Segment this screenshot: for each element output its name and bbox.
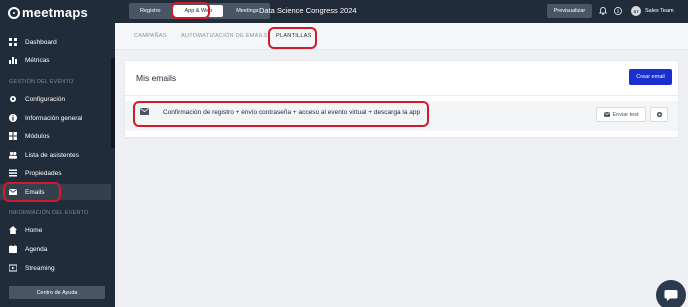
sidebar-item-label: Propiedades — [25, 169, 62, 177]
tab-app-web[interactable]: App & Web — [173, 5, 224, 17]
envelope-icon — [9, 188, 17, 196]
logo-text: meetmaps — [22, 5, 88, 20]
sidebar-item-propiedades[interactable]: Propiedades — [0, 165, 111, 181]
chat-widget[interactable] — [656, 280, 686, 307]
sidebar-item-label: Streaming — [25, 264, 55, 272]
envelope-icon — [140, 108, 149, 115]
chat-icon — [664, 289, 678, 301]
sidebar-item-configuracion[interactable]: Configuración — [0, 91, 111, 107]
sidebar-item-label: Emails — [25, 188, 45, 196]
grid-icon — [9, 38, 17, 46]
logo-mark-icon — [8, 6, 20, 19]
sidebar-item-label: Agenda — [25, 245, 48, 253]
sidebar-item-label: Configuración — [25, 95, 66, 103]
sidebar-item-streaming[interactable]: Streaming — [0, 260, 111, 276]
list-icon — [9, 169, 17, 177]
send-test-button[interactable]: Enviar test — [596, 107, 646, 122]
event-title: Data Science Congress 2024 — [259, 6, 357, 15]
app-tabs: Registro App & Web Meetings — [129, 3, 270, 19]
email-template-title: Confirmación de registro + envío contras… — [163, 109, 421, 116]
user-name: Sales Team — [645, 8, 674, 14]
emails-panel: Mis emails Crear email Confirmación de r… — [124, 60, 679, 138]
logo[interactable]: meetmaps — [8, 5, 88, 20]
calendar-icon — [9, 245, 17, 253]
gear-icon — [656, 111, 662, 118]
sidebar-scrollbar[interactable] — [111, 58, 115, 148]
sidebar-item-modulos[interactable]: Módulos — [0, 128, 111, 144]
list-item[interactable]: Confirmación de registro + envío contras… — [125, 101, 678, 131]
tab-plantillas[interactable]: PLANTILLAS — [276, 33, 312, 39]
sidebar-item-agenda[interactable]: Agenda — [0, 241, 111, 257]
modules-icon — [9, 132, 17, 140]
info-icon — [9, 114, 17, 122]
sidebar-item-metricas[interactable]: Métricas — [0, 52, 111, 68]
preview-button[interactable]: Previsualizar — [547, 4, 592, 18]
sidebar-item-lista-asistentes[interactable]: Lista de asistentes — [0, 147, 111, 163]
send-test-label: Enviar test — [612, 111, 639, 118]
sidebar-item-label: Home — [25, 226, 43, 234]
sidebar-item-home[interactable]: Home — [0, 222, 111, 238]
sidebar-item-dashboard[interactable]: Dashboard — [0, 34, 111, 50]
sidebar-item-informacion-general[interactable]: Información general — [0, 110, 111, 126]
sidebar-item-emails[interactable]: Emails — [0, 184, 111, 200]
chart-icon — [9, 56, 17, 64]
tab-registro[interactable]: Registro — [129, 3, 171, 19]
envelope-icon — [603, 112, 610, 117]
tab-campanas[interactable]: CAMPAÑAS — [134, 33, 167, 39]
home-icon — [9, 226, 17, 234]
help-center-button[interactable]: Centro de Ayuda — [9, 286, 105, 299]
sidebar: meetmaps Dashboard Métricas GESTIÓN DEL … — [0, 0, 115, 307]
email-subtabs: CAMPAÑAS AUTOMATIZACIÓN DE EMAILS PLANTI… — [115, 23, 688, 50]
streaming-icon — [9, 264, 17, 272]
active-tab-indicator — [274, 47, 310, 49]
page-title: Mis emails — [136, 73, 177, 83]
avatar: ST — [631, 6, 641, 16]
section-label-gestion: GESTIÓN DEL EVENTO — [9, 79, 74, 85]
sidebar-item-label: Módulos — [25, 132, 50, 140]
sidebar-item-label: Dashboard — [25, 38, 57, 46]
sidebar-item-label: Información general — [25, 114, 83, 122]
tab-automatizacion-emails[interactable]: AUTOMATIZACIÓN DE EMAILS — [181, 33, 268, 39]
divider — [125, 95, 678, 96]
sidebar-item-label: Métricas — [25, 56, 50, 64]
top-bar: Registro App & Web Meetings Data Science… — [115, 0, 688, 23]
users-icon — [9, 151, 17, 159]
help-icon[interactable] — [614, 7, 622, 15]
user-menu[interactable]: ST Sales Team — [631, 6, 674, 16]
settings-button[interactable] — [650, 107, 668, 122]
create-email-button[interactable]: Crear email — [629, 69, 672, 85]
section-label-informacion: INFORMACIÓN DEL EVENTO — [9, 210, 89, 216]
gear-icon — [9, 95, 17, 103]
bell-icon[interactable] — [599, 7, 607, 15]
sidebar-item-label: Lista de asistentes — [25, 151, 79, 159]
